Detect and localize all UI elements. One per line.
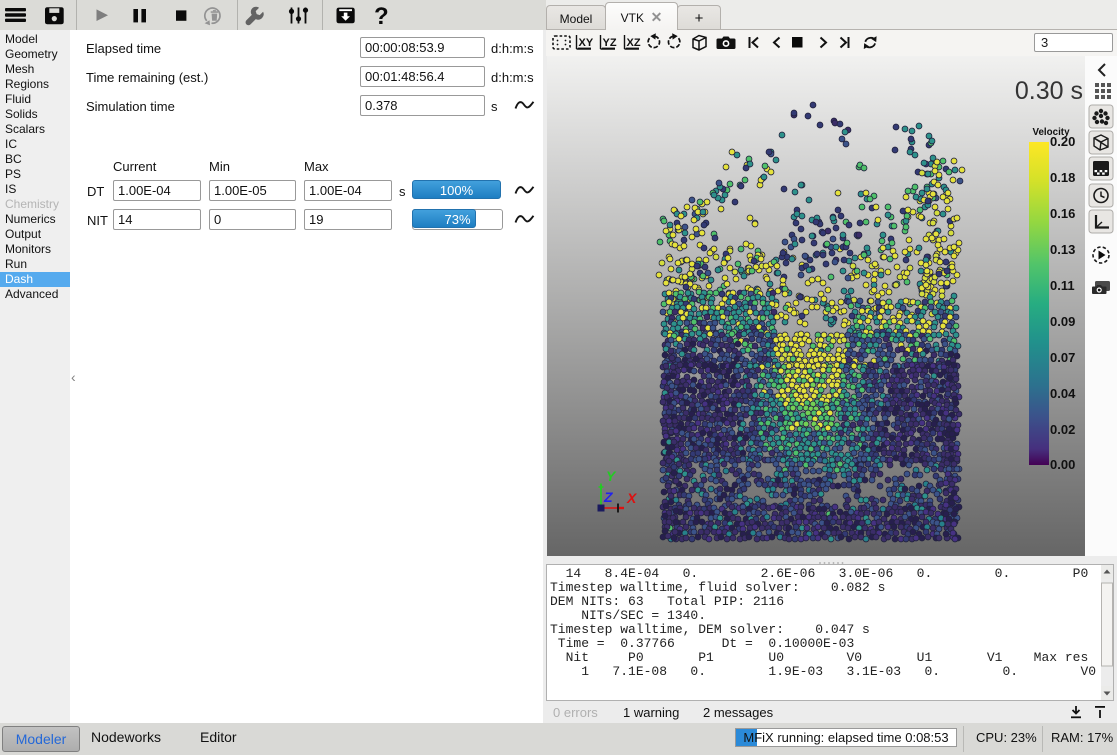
svg-text:0.18: 0.18 xyxy=(1050,170,1075,185)
svg-text:XZ: XZ xyxy=(627,37,641,49)
svg-text:?: ? xyxy=(374,3,389,30)
svg-text:0.04: 0.04 xyxy=(1050,386,1076,401)
svg-text:YZ: YZ xyxy=(603,37,617,49)
svg-text:0.13: 0.13 xyxy=(1050,242,1075,257)
svg-text:0.11: 0.11 xyxy=(1050,278,1075,293)
svg-text:0.16: 0.16 xyxy=(1050,206,1075,221)
svg-text:0.30 s: 0.30 s xyxy=(1015,77,1083,105)
svg-text:X: X xyxy=(626,490,638,506)
svg-text:0.20: 0.20 xyxy=(1050,134,1075,149)
svg-text:XY: XY xyxy=(579,37,594,49)
svg-text:Z: Z xyxy=(603,489,613,505)
svg-text:0.09: 0.09 xyxy=(1050,314,1075,329)
svg-text:0.02: 0.02 xyxy=(1050,422,1075,437)
svg-text:0.00: 0.00 xyxy=(1050,457,1075,472)
svg-text:0.07: 0.07 xyxy=(1050,350,1075,365)
svg-text:Y: Y xyxy=(606,468,617,484)
